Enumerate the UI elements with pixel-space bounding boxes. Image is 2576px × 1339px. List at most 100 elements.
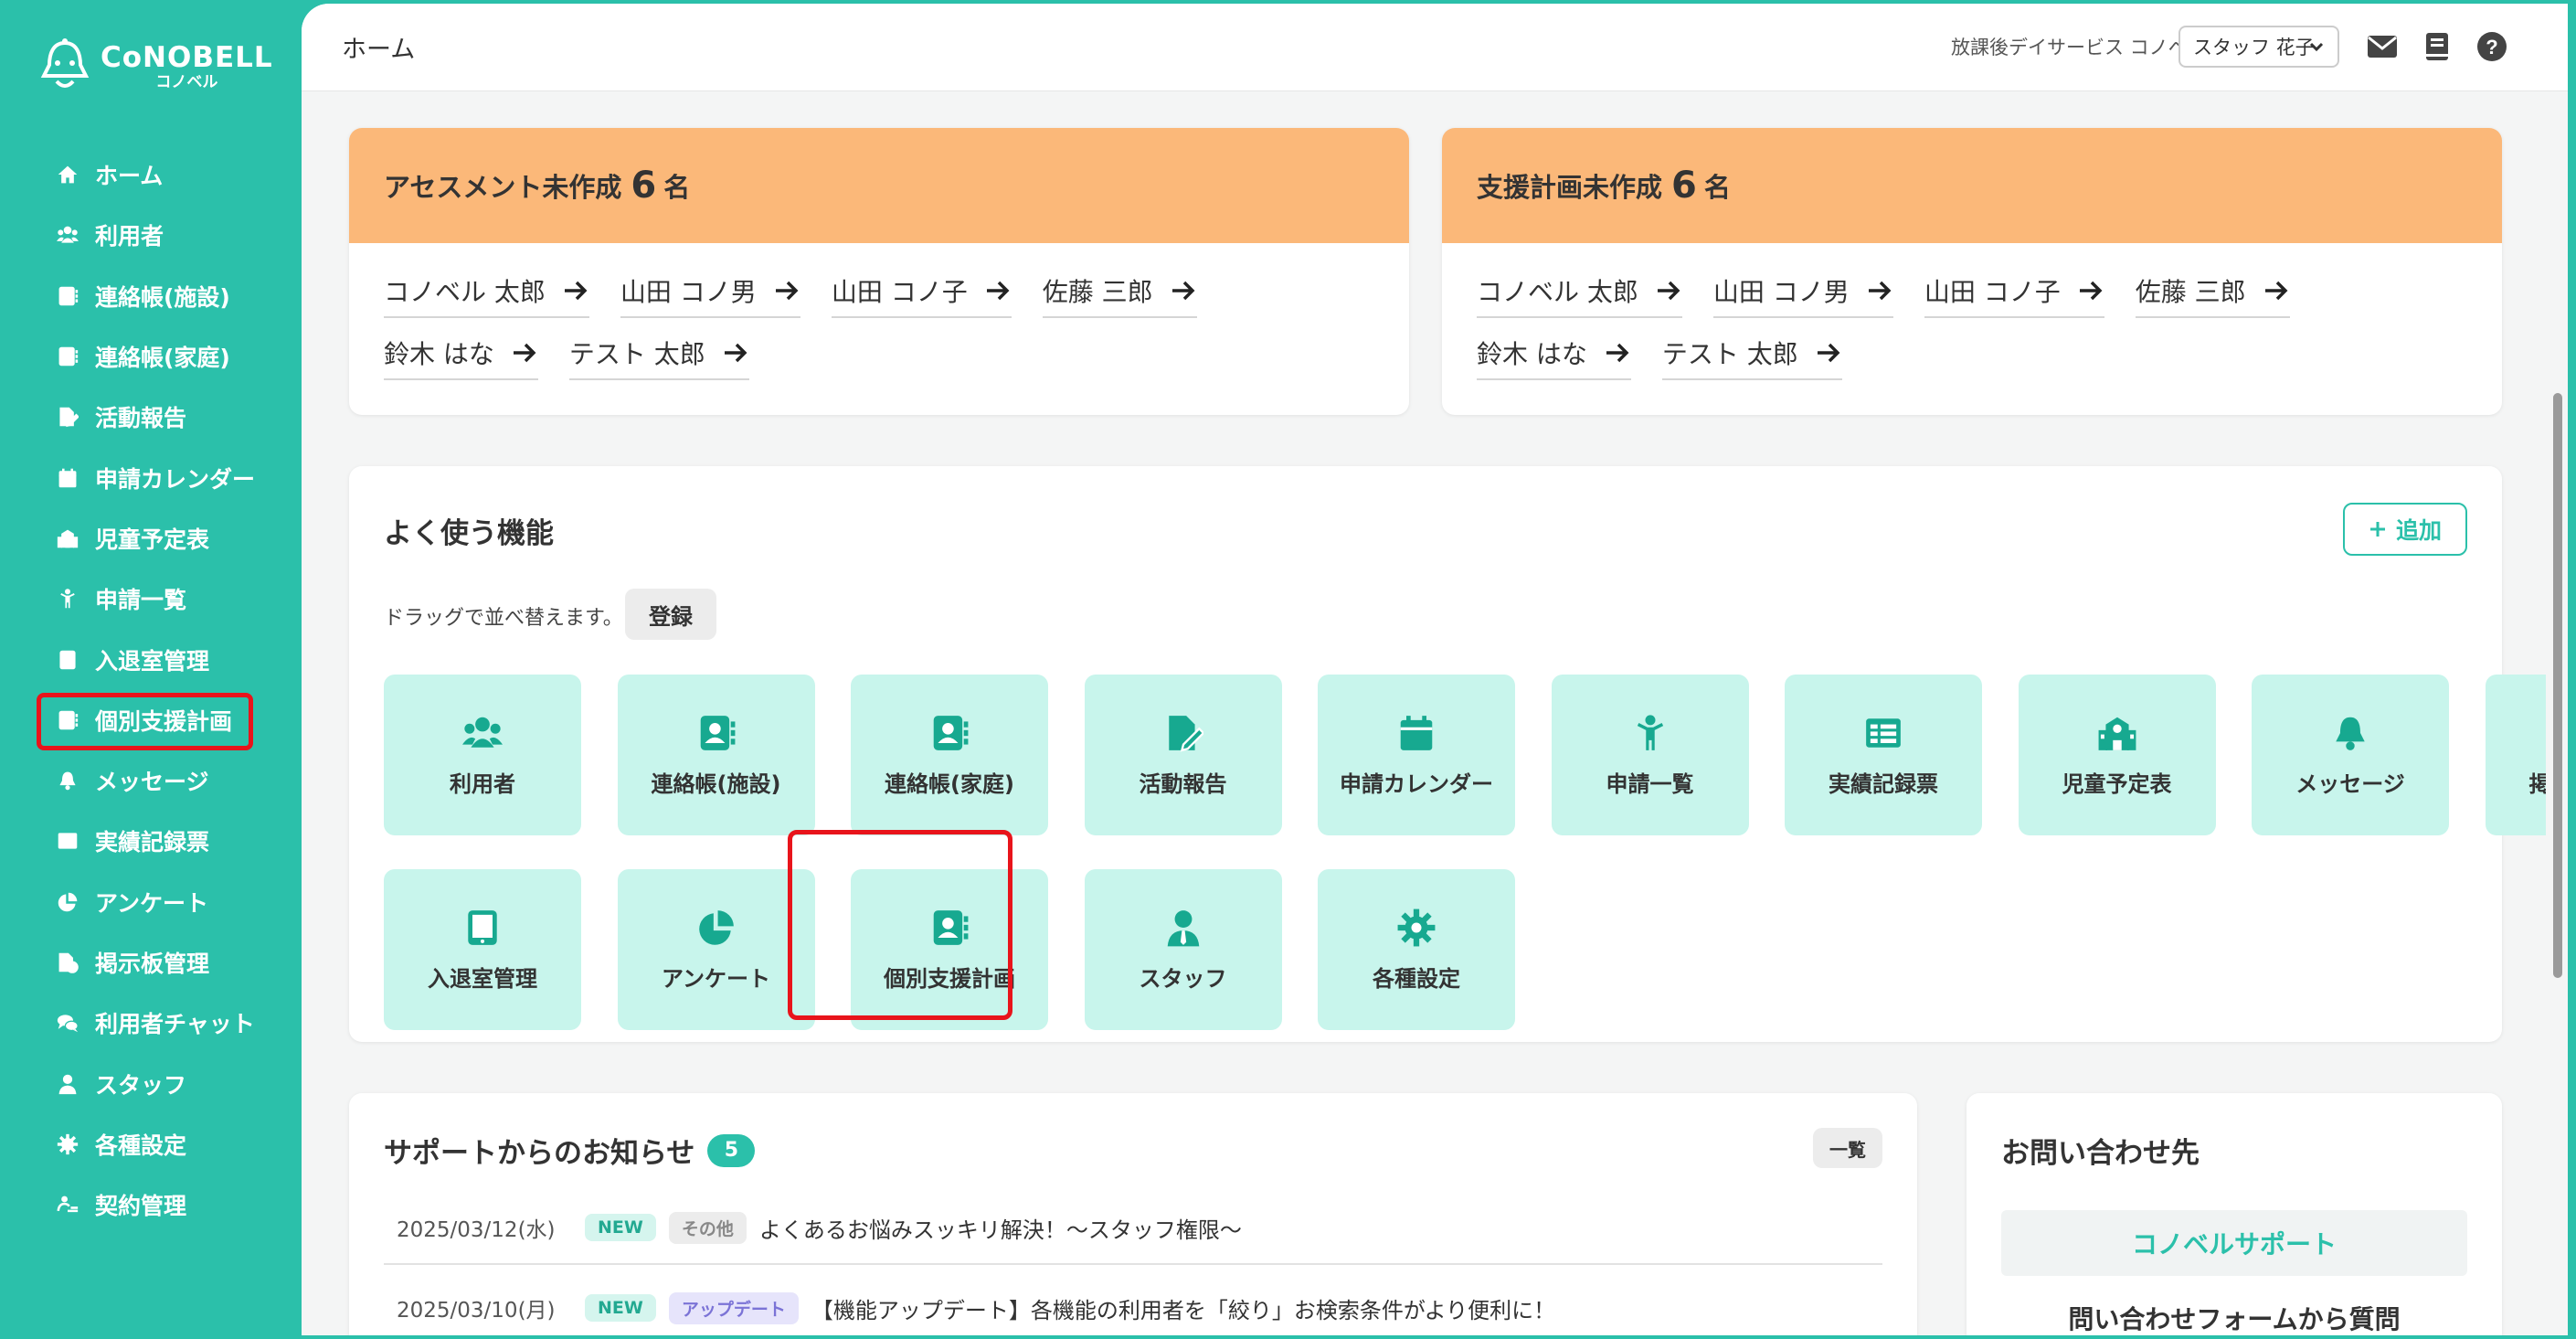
sidebar-item-label: 入退室管理 bbox=[95, 647, 210, 675]
assessment-missing-title: アセスメント未作成 bbox=[384, 172, 622, 203]
contact-book-icon bbox=[55, 344, 80, 369]
assessment-missing-count: 6 bbox=[631, 165, 657, 207]
register-button[interactable]: 登録 bbox=[625, 589, 716, 640]
scrollbar-thumb[interactable] bbox=[2553, 393, 2562, 978]
plan-person-link[interactable]: 山田 コノ子 bbox=[1924, 271, 2104, 318]
favorite-tile-label: 連絡帳(施設) bbox=[651, 770, 781, 797]
plan-person-link[interactable]: コノベル 太郎 bbox=[1477, 271, 1682, 318]
mail-icon[interactable] bbox=[2365, 29, 2400, 64]
person-name: テスト 太郎 bbox=[568, 339, 705, 369]
drag-hint-text: ドラッグで並べ替えます。 bbox=[384, 607, 623, 630]
calendar-icon bbox=[55, 465, 80, 491]
favorite-tile[interactable]: スタッフ bbox=[1084, 869, 1282, 1030]
arrow-right-icon bbox=[511, 341, 538, 365]
news-list-button[interactable]: 一覧 bbox=[1813, 1128, 1882, 1168]
sidebar-item-7[interactable]: 児童予定表 bbox=[0, 508, 302, 569]
facility-name: 放課後デイサービス コノベル bbox=[1951, 37, 2207, 58]
plan-person-link[interactable]: 佐藤 三郎 bbox=[2135, 271, 2290, 318]
arrow-right-icon bbox=[984, 279, 1012, 303]
favorite-tile-label: 連絡帳(家庭) bbox=[885, 770, 1014, 797]
plan-person-link[interactable]: テスト 太郎 bbox=[1661, 333, 1842, 380]
add-favorite-button[interactable]: 追加 bbox=[2343, 503, 2467, 556]
sidebar-item-label: 申請カレンダー bbox=[95, 465, 256, 493]
favorite-tile[interactable]: メッセージ bbox=[2252, 675, 2449, 835]
sidebar-item-17[interactable]: 各種設定 bbox=[0, 1114, 302, 1174]
favorite-tile[interactable]: 実績記録票 bbox=[1785, 675, 1982, 835]
news-count-badge: 5 bbox=[707, 1133, 756, 1167]
sidebar-item-5[interactable]: 活動報告 bbox=[0, 387, 302, 447]
vertical-scrollbar[interactable] bbox=[2546, 91, 2568, 1335]
sidebar-item-6[interactable]: 申請カレンダー bbox=[0, 447, 302, 507]
news-date: 2025/03/10(月) bbox=[397, 1299, 556, 1323]
sidebar-item-label: 掲示板管理 bbox=[95, 951, 210, 977]
news-row[interactable]: 2025/03/12(水) NEW その他 よくあるお悩みスッキリ解決！～スタッフ権限… bbox=[384, 1192, 1882, 1265]
favorite-tile-label: 利用者 bbox=[450, 770, 515, 797]
contact-card: お問い合わせ先 コノベルサポート 問い合わせフォームから質問 bbox=[1966, 1093, 2502, 1335]
favorite-tile[interactable]: 各種設定 bbox=[1318, 869, 1515, 1030]
sidebar-item-label: 連絡帳(施設) bbox=[95, 283, 230, 311]
contact-book-icon bbox=[929, 713, 970, 753]
staff-select[interactable]: スタッフ 花子 bbox=[2178, 26, 2339, 68]
sidebar-item-1[interactable]: ホーム bbox=[0, 144, 302, 205]
sidebar-item-label: 実績記録票 bbox=[95, 829, 210, 856]
person-name: 山田 コノ男 bbox=[1712, 277, 1850, 307]
assessment-person-link[interactable]: テスト 太郎 bbox=[568, 333, 749, 380]
favorite-tile[interactable]: 入退室管理 bbox=[384, 869, 581, 1030]
news-date: 2025/03/12(水) bbox=[397, 1218, 556, 1242]
plan-person-link[interactable]: 山田 コノ男 bbox=[1712, 271, 1893, 318]
help-icon[interactable]: ? bbox=[2475, 29, 2509, 64]
contact-form-link[interactable]: 問い合わせフォームから質問 bbox=[2001, 1300, 2467, 1335]
assessment-person-link[interactable]: 佐藤 三郎 bbox=[1042, 271, 1197, 318]
app-logo[interactable]: CoNOBELL コノベル bbox=[38, 35, 276, 99]
person-name: コノベル 太郎 bbox=[1477, 277, 1638, 307]
assessment-person-link[interactable]: コノベル 太郎 bbox=[384, 271, 589, 318]
sidebar-item-12[interactable]: 実績記録票 bbox=[0, 811, 302, 871]
sidebar-item-label: ホーム bbox=[95, 163, 164, 190]
school-icon bbox=[2097, 713, 2137, 753]
support-news-title-text: サポートからのお知らせ bbox=[384, 1137, 695, 1170]
assessment-person-link[interactable]: 鈴木 はな bbox=[384, 333, 538, 380]
plan-person-link[interactable]: 鈴木 はな bbox=[1477, 333, 1631, 380]
manual-book-icon[interactable] bbox=[2420, 29, 2454, 64]
assessment-person-link[interactable]: 山田 コノ男 bbox=[620, 271, 800, 318]
favorite-tile[interactable]: 連絡帳(家庭) bbox=[851, 675, 1048, 835]
support-news-card: サポートからのお知らせ 5 一覧 2025/03/12(水) NEW その他 よくある… bbox=[349, 1093, 1917, 1335]
favorite-tile[interactable]: 児童予定表 bbox=[2018, 675, 2216, 835]
favorite-tile[interactable]: 申請カレンダー bbox=[1318, 675, 1515, 835]
logo-sub-text: コノベル bbox=[155, 73, 218, 91]
sidebar-item-4[interactable]: 連絡帳(家庭) bbox=[0, 326, 302, 387]
sidebar-item-11[interactable]: メッセージ bbox=[0, 750, 302, 811]
favorite-tile[interactable]: 利用者 bbox=[384, 675, 581, 835]
favorite-tile[interactable]: アンケート bbox=[617, 869, 815, 1030]
assessment-missing-list: コノベル 太郎 山田 コノ男 山田 コノ子 佐藤 三郎鈴木 はな テスト 太郎 bbox=[349, 243, 1373, 395]
favorite-tile-label: 各種設定 bbox=[1373, 965, 1460, 992]
assessment-person-link[interactable]: 山田 コノ子 bbox=[831, 271, 1012, 318]
sidebar-item-2[interactable]: 利用者 bbox=[0, 205, 302, 265]
sidebar-item-10[interactable]: 個別支援計画 bbox=[0, 690, 302, 750]
arrow-right-icon bbox=[1604, 341, 1631, 365]
sidebar-item-16[interactable]: スタッフ bbox=[0, 1053, 302, 1113]
favorite-tile[interactable]: 活動報告 bbox=[1084, 675, 1282, 835]
arrow-right-icon bbox=[1170, 279, 1197, 303]
favorite-tile[interactable]: 連絡帳(施設) bbox=[617, 675, 815, 835]
person-name: コノベル 太郎 bbox=[384, 277, 546, 307]
favorite-tile-label: スタッフ bbox=[1139, 965, 1227, 992]
sidebar-item-15[interactable]: 利用者チャット bbox=[0, 993, 302, 1053]
sidebar-item-3[interactable]: 連絡帳(施設) bbox=[0, 266, 302, 326]
contact-support-link[interactable]: コノベルサポート bbox=[2001, 1210, 2467, 1276]
sidebar-item-18[interactable]: 契約管理 bbox=[0, 1174, 302, 1235]
svg-text:?: ? bbox=[2486, 36, 2497, 58]
sidebar-item-9[interactable]: 入退室管理 bbox=[0, 629, 302, 689]
sidebar-item-label: 児童予定表 bbox=[95, 526, 210, 553]
tablet-icon bbox=[55, 647, 80, 673]
staff-icon bbox=[55, 1071, 80, 1097]
sidebar-item-13[interactable]: アンケート bbox=[0, 872, 302, 932]
favorite-tile[interactable]: 申請一覧 bbox=[1551, 675, 1749, 835]
news-row[interactable]: 2025/03/10(月) NEW アップデート 【機能アップデート】各機能の利用者を… bbox=[384, 1272, 1882, 1335]
favorite-tile-label: 活動報告 bbox=[1139, 770, 1227, 797]
sidebar-item-14[interactable]: 掲示板管理 bbox=[0, 932, 302, 993]
sidebar-item-label: 契約管理 bbox=[95, 1193, 187, 1220]
arrow-right-icon bbox=[722, 341, 749, 365]
news-tag: その他 bbox=[668, 1211, 747, 1244]
sidebar-item-8[interactable]: 申請一覧 bbox=[0, 569, 302, 629]
